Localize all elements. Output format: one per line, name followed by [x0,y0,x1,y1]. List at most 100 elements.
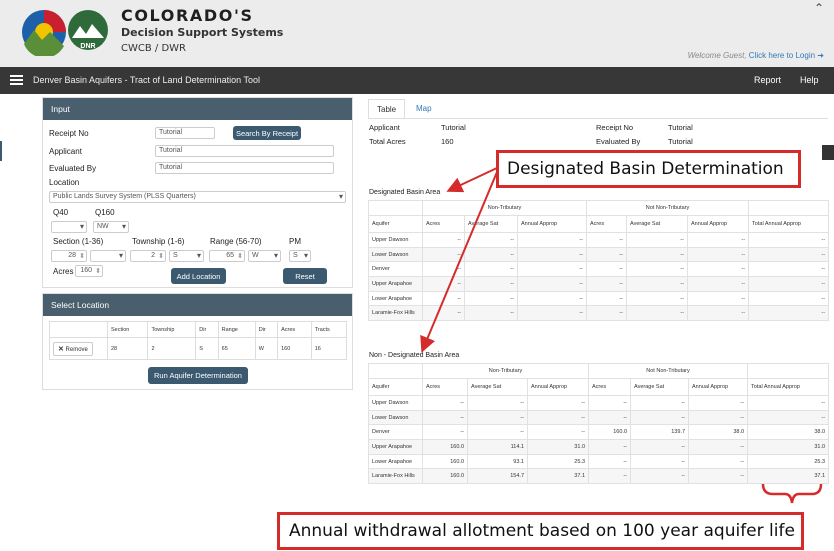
aquifer-cell: Upper Dawson [368,395,423,411]
login-icon[interactable]: ➜ [817,51,824,60]
column-header: Section [106,321,149,338]
value-cell: 37.1 [526,468,590,485]
menu-icon[interactable] [10,75,23,85]
group-header: Non-Tributary [421,200,588,216]
pm-select[interactable]: S [289,250,311,262]
value-cell: -- [516,261,588,278]
aquifer-cell: Upper Dawson [368,232,423,248]
value-cell: 37.1 [747,468,830,485]
value-cell: -- [688,468,749,485]
tab-table[interactable]: Table [368,99,405,119]
select-location-title: Select Location [43,294,352,316]
value-cell: -- [688,409,749,426]
value-cell: 31.0 [747,439,830,455]
q160-label: Q160 [95,208,115,217]
acres-input[interactable]: 160 [75,265,103,277]
section-input[interactable]: 28 [51,250,87,262]
location-select[interactable]: Public Lands Survey System (PLSS Quarter… [49,191,346,203]
value-cell: 114.1 [467,439,528,455]
value-cell: -- [748,276,830,292]
run-aquifer-determination-button[interactable]: Run Aquifer Determination [148,367,248,384]
township-input[interactable]: 2 [130,250,166,262]
value-cell: 93.1 [467,453,528,470]
report-link[interactable]: Report [754,75,781,85]
input-panel-title: Input [43,98,352,120]
column-header: Tracts [310,321,348,338]
value-cell: -- [467,409,528,426]
column-header: Average Sat [464,215,518,233]
brand-subtitle: Decision Support Systems [121,26,284,39]
evaluated-by-label: Evaluated By [49,164,97,173]
evaluated-by-input[interactable]: Tutorial [155,162,334,174]
value-cell: -- [626,261,689,278]
reset-button[interactable]: Reset [283,268,327,284]
summary-total-acres-label: Total Acres [369,137,406,146]
table-row: Denver -- -- -- 160.0 139.7 38.0 38.0 [368,424,830,441]
value-cell: -- [588,439,632,455]
tracts-cell: 16 [310,337,348,360]
value-cell: 160.0 [422,468,468,485]
column-header: Aquifer [368,215,423,233]
add-location-button[interactable]: Add Location [171,268,226,284]
brand-title: COLORADO'S [121,6,254,25]
township-label: Township (1-6) [132,237,185,246]
colorado-dnr-logo[interactable]: DNR [20,8,112,56]
designated-table: Non-Tributary Not Non-Tributary Aquifer … [368,200,830,322]
non-designated-rows: Upper Dawson -- -- -- -- -- -- -- Lower Dawson --… [368,395,830,485]
table-row: Lower Dawson -- -- -- -- -- -- -- [368,246,830,263]
value-cell: -- [586,276,628,292]
q40-select[interactable] [51,221,87,233]
table-row: Lower Arapahoe 160.0 93.1 25.3 -- -- -- 25.3 [368,453,830,470]
value-cell: -- [748,290,830,307]
receipt-input[interactable]: Tutorial [155,127,215,139]
table-header-row: Aquifer Acres Average Sat Annual Approp … [368,215,830,233]
table-row: Denver -- -- -- -- -- -- -- [368,261,830,278]
close-icon: ✕ [58,345,64,353]
value-cell: -- [464,246,518,263]
table-row: Upper Dawson -- -- -- -- -- -- -- [368,395,830,411]
site-header: DNR COLORADO'S Decision Support Systems … [0,0,834,67]
value-cell: -- [464,261,518,278]
table-row: Laramie-Fox Hills -- -- -- -- -- -- -- [368,305,830,322]
aquifer-cell: Lower Arapahoe [368,290,423,307]
value-cell: -- [630,395,690,411]
applicant-input[interactable]: Tutorial [155,145,334,157]
value-cell: -- [626,276,689,292]
table-row: Upper Dawson -- -- -- -- -- -- -- [368,232,830,248]
value-cell: -- [688,453,749,470]
column-header: Acres [422,215,465,233]
township-dir-select[interactable]: S [169,250,204,262]
value-cell: -- [526,395,590,411]
summary-receipt-value: Tutorial [668,123,693,132]
help-link[interactable]: Help [800,75,819,85]
range-input[interactable]: 65 [209,250,245,262]
table-row: Upper Arapahoe 160.0 114.1 31.0 -- -- -- 31.0 [368,439,830,455]
column-header [49,321,108,338]
value-cell: -- [630,409,690,426]
column-header: Average Sat [626,215,689,233]
summary-receipt-label: Receipt No [596,123,634,132]
group-header: Not Non-Tributary [588,363,749,379]
value-cell: -- [626,232,689,248]
value-cell: -- [687,261,750,278]
value-cell: -- [586,290,628,307]
value-cell: -- [748,305,830,322]
double-chevron-up-icon[interactable]: ⌃ [814,1,824,15]
q160-select[interactable]: NW [93,221,129,233]
table-row: Upper Arapahoe -- -- -- -- -- -- -- [368,276,830,292]
remove-button[interactable]: ✕ Remove [53,341,93,356]
designated-rows: Upper Dawson -- -- -- -- -- -- -- Lower Dawson --… [368,232,830,322]
search-by-receipt-button[interactable]: Search By Receipt [233,126,301,140]
value-cell: 25.3 [747,453,830,470]
range-dir-select[interactable]: W [248,250,281,262]
login-link[interactable]: Click here to Login [749,51,815,60]
summary-applicant-value: Tutorial [441,123,466,132]
tab-map[interactable]: Map [408,99,440,119]
value-cell: -- [586,261,628,278]
value-cell: -- [588,409,632,426]
value-cell: 38.0 [688,424,749,441]
section-quarter-select[interactable] [90,250,126,262]
value-cell: -- [422,276,465,292]
column-header: Annual Approp [687,215,750,233]
value-cell: -- [422,290,465,307]
